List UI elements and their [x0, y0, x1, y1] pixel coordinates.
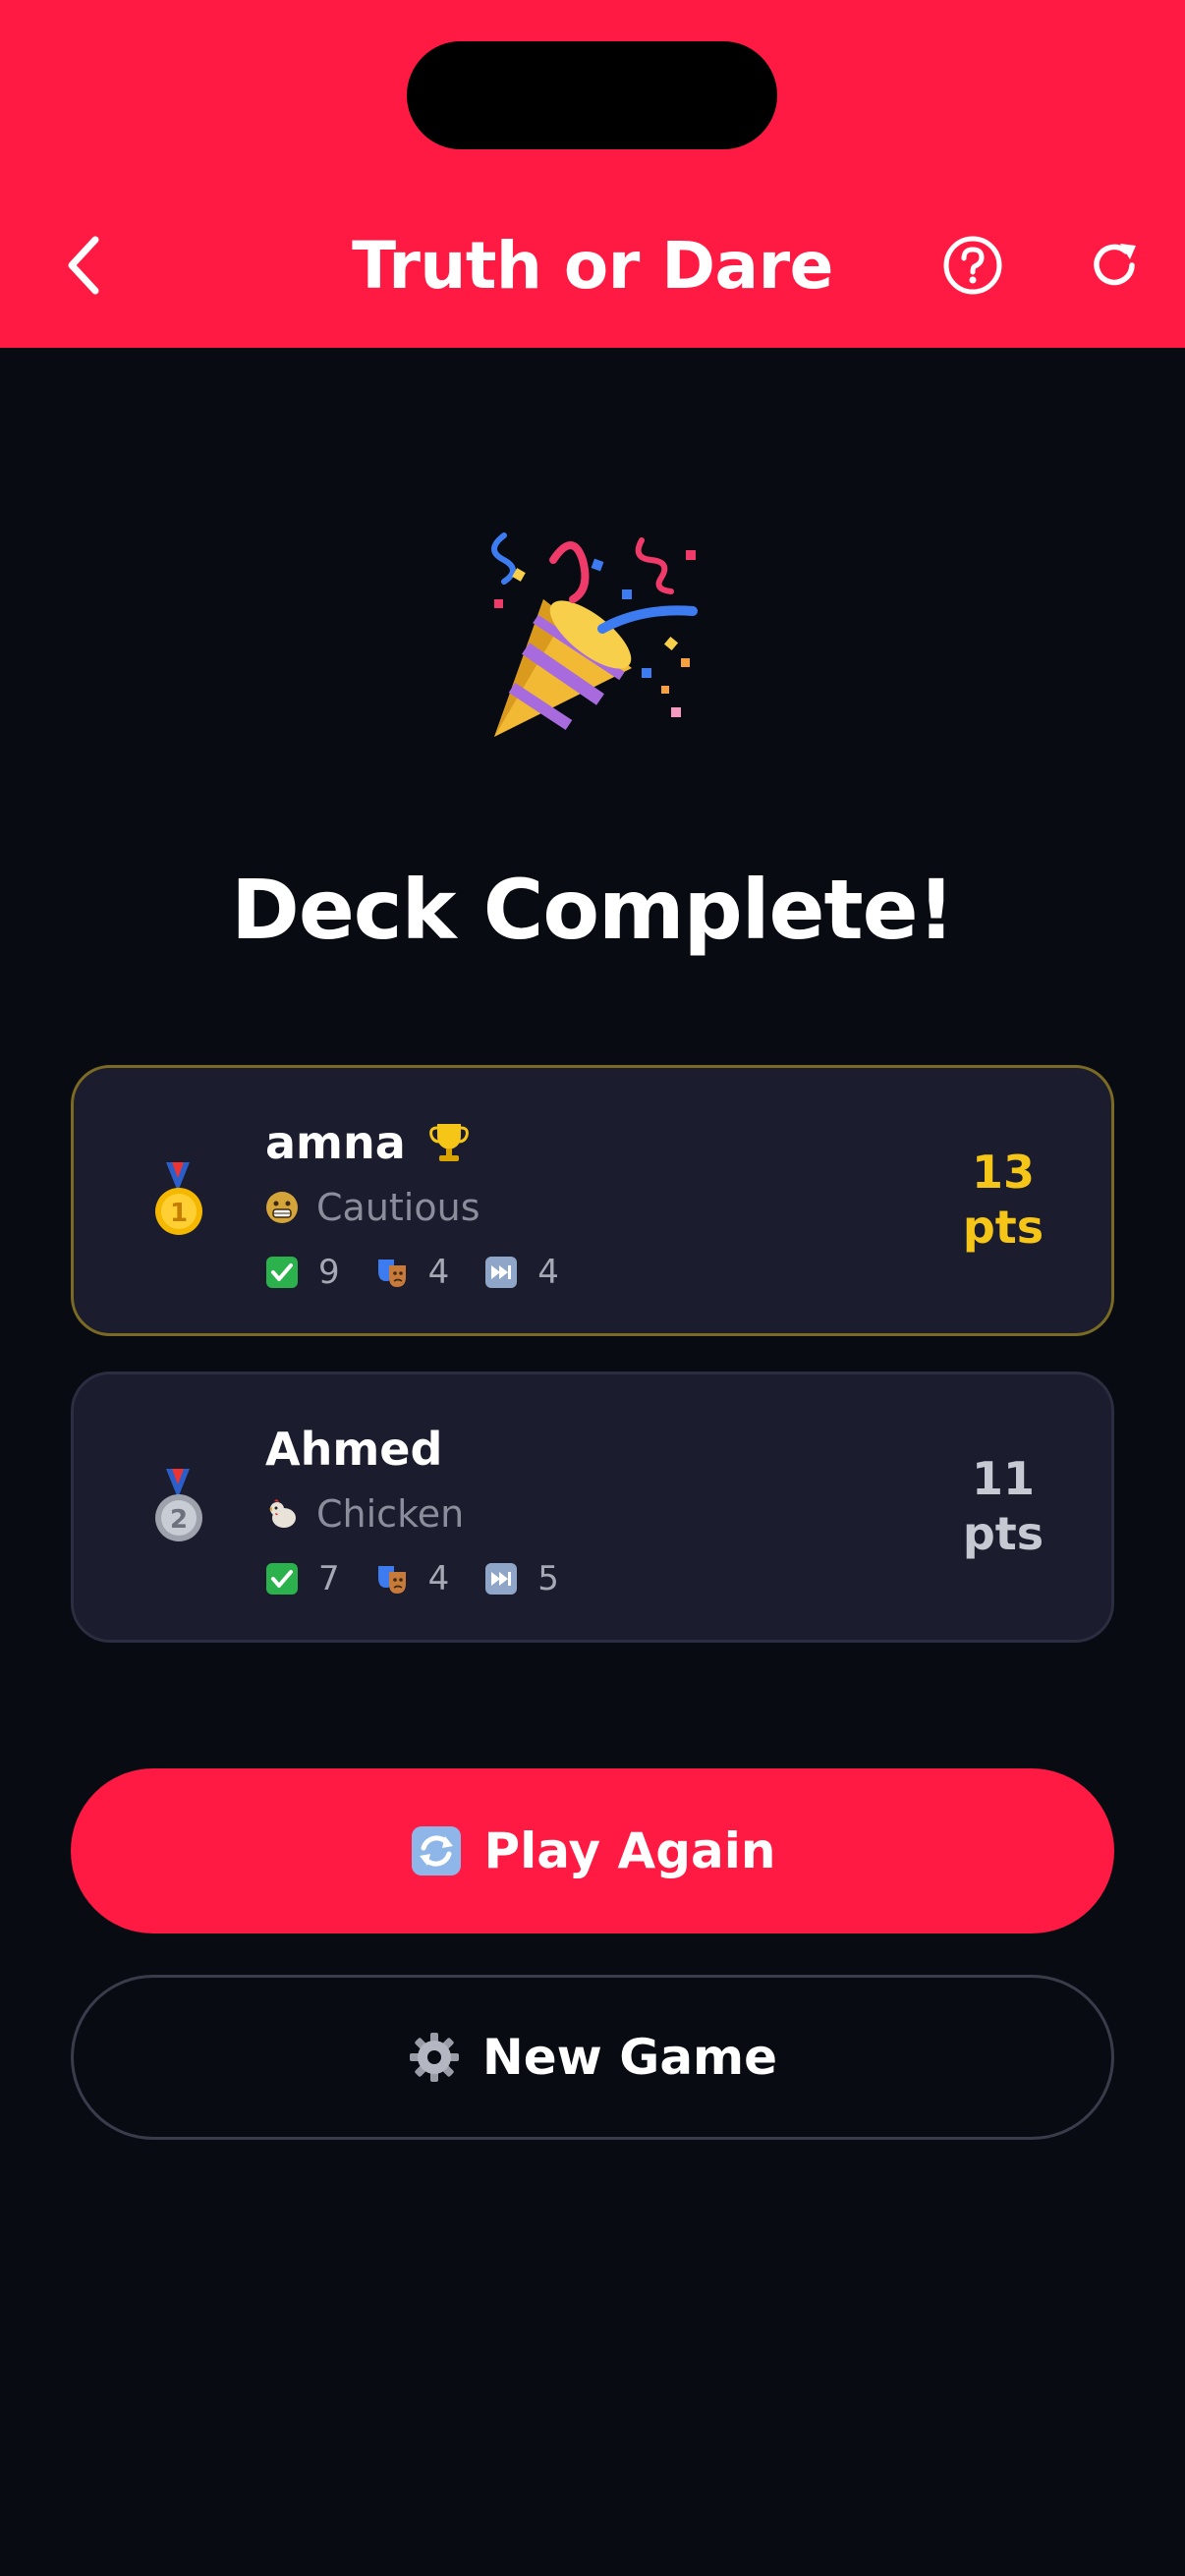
- leaderboard-card: 1 amna Cautious 9 4 4 13 pts: [71, 1065, 1114, 1336]
- deck-complete-heading: Deck Complete!: [231, 862, 955, 958]
- play-again-label: Play Again: [483, 1822, 776, 1879]
- dares-stat: 4: [375, 1559, 450, 1598]
- performing-arts-icon: [377, 1566, 406, 1594]
- grimacing-face-icon: [266, 1192, 298, 1223]
- refresh-icon: [1094, 244, 1136, 286]
- app-header: Truth or Dare: [0, 0, 1185, 348]
- player-tag-label: Cautious: [316, 1186, 480, 1229]
- skips-count: 5: [537, 1559, 559, 1598]
- svg-text:2: 2: [170, 1505, 188, 1535]
- player-stats: 9 4 4: [265, 1249, 594, 1296]
- performing-arts-icon: [377, 1260, 406, 1287]
- truths-count: 7: [318, 1559, 340, 1598]
- player-name: amna: [265, 1113, 469, 1172]
- check-mark-icon: [266, 1257, 298, 1288]
- player-stats: 7 4 5: [265, 1555, 594, 1602]
- truths-count: 9: [318, 1253, 340, 1292]
- dares-count: 4: [427, 1253, 450, 1292]
- score-value: 13: [971, 1146, 1035, 1199]
- counterclockwise-arrows-icon: [411, 1826, 461, 1876]
- truths-stat: 7: [265, 1559, 340, 1598]
- party-popper-icon: [491, 532, 698, 737]
- player-tag: Cautious: [265, 1184, 480, 1231]
- play-again-button[interactable]: Play Again: [71, 1768, 1114, 1933]
- chicken-icon: [269, 1499, 296, 1528]
- reset-button[interactable]: [1079, 226, 1150, 305]
- player-score: 11 pts: [944, 1451, 1062, 1561]
- truths-stat: 9: [265, 1253, 340, 1292]
- check-mark-icon: [266, 1563, 298, 1595]
- player-name-text: Ahmed: [265, 1423, 443, 1476]
- player-name: Ahmed: [265, 1420, 442, 1479]
- skips-stat: 5: [484, 1559, 559, 1598]
- gold-medal-icon: 1: [155, 1162, 202, 1235]
- gear-icon: [409, 2033, 459, 2082]
- new-game-label: New Game: [481, 2029, 778, 2086]
- player-score: 13 pts: [944, 1145, 1062, 1255]
- score-value: 11: [971, 1452, 1035, 1505]
- fast-forward-icon: [485, 1257, 518, 1288]
- score-unit: pts: [962, 1201, 1044, 1254]
- fast-forward-icon: [485, 1563, 518, 1595]
- dares-count: 4: [427, 1559, 450, 1598]
- leaderboard-card: 2 Ahmed Chicken 7 4 5 11 pts: [71, 1372, 1114, 1643]
- score-unit: pts: [962, 1507, 1044, 1560]
- trophy-icon: [428, 1124, 469, 1161]
- player-tag-label: Chicken: [316, 1492, 465, 1536]
- new-game-button[interactable]: New Game: [71, 1975, 1114, 2140]
- skips-stat: 4: [484, 1253, 559, 1292]
- dynamic-island: [407, 41, 777, 149]
- player-tag: Chicken: [265, 1490, 464, 1538]
- question-circle-icon: [943, 236, 1002, 295]
- dares-stat: 4: [375, 1253, 450, 1292]
- help-button[interactable]: [937, 226, 1008, 305]
- silver-medal-icon: 2: [155, 1469, 202, 1541]
- player-name-text: amna: [265, 1116, 406, 1169]
- skips-count: 4: [537, 1253, 559, 1292]
- svg-text:1: 1: [170, 1199, 188, 1228]
